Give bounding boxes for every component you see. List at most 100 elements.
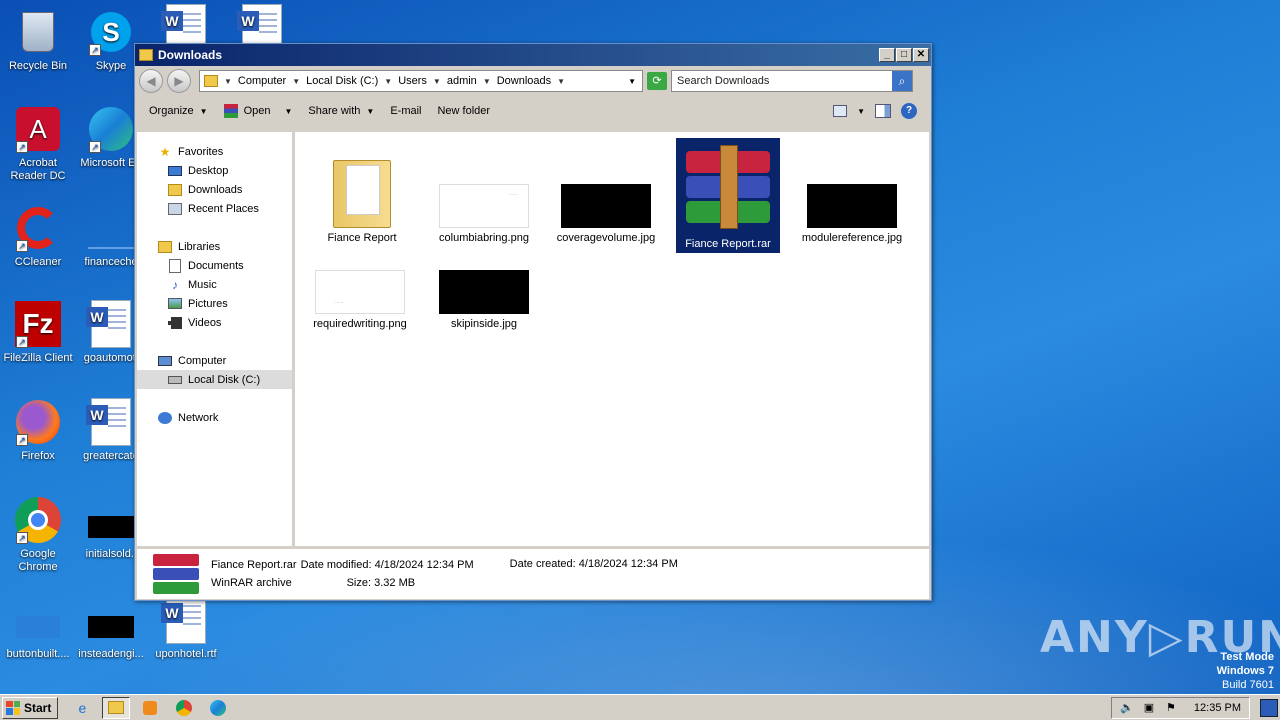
clock[interactable]: 12:35 PM <box>1194 702 1241 714</box>
maximize-button[interactable]: □ <box>896 48 912 62</box>
desktop-icon-label: Acrobat Reader DC <box>10 157 66 182</box>
forward-button[interactable]: ▶ <box>167 69 191 93</box>
new-folder-button[interactable]: New folder <box>437 105 490 117</box>
pictures-icon <box>167 297 183 311</box>
details-modified-label: Date modified: <box>300 559 372 571</box>
desktop-icon-uponhotel[interactable]: W uponhotel.rtf <box>148 596 224 661</box>
window-titlebar[interactable]: Downloads _ □ ✕ <box>135 44 931 66</box>
volume-icon[interactable]: 🔈 <box>1120 702 1134 714</box>
desktop-icon-insteadengi[interactable]: insteadengi... <box>73 596 149 661</box>
close-button[interactable]: ✕ <box>913 48 929 62</box>
desktop-icon-ccleaner[interactable]: ↗ CCleaner <box>0 204 76 269</box>
system-tray: 🔈 ▣ ⚑ 12:35 PM <box>1110 696 1250 719</box>
media-player-icon[interactable] <box>136 697 164 719</box>
internet-explorer-icon[interactable]: e <box>68 697 96 719</box>
nav-recent-places[interactable]: Recent Places <box>137 199 292 218</box>
desktop-icon-chrome[interactable]: ↗ Google Chrome <box>0 496 76 574</box>
image-file-icon <box>87 496 135 544</box>
nav-label: Music <box>188 278 217 291</box>
details-pane: Fiance Report.rar WinRAR archive Date mo… <box>137 549 929 599</box>
chevron-right-icon[interactable]: ▼ <box>224 77 232 86</box>
file-item[interactable]: coveragevolume.jpg <box>551 132 661 245</box>
desktop-icon-firefox[interactable]: ↗ Firefox <box>0 398 76 463</box>
nav-network[interactable]: Network <box>137 408 292 427</box>
nav-pictures[interactable]: Pictures <box>137 294 292 313</box>
file-item[interactable]: skipinside.jpg <box>429 218 539 331</box>
navigation-pane: ★ Favorites Desktop Downloads Recent Pla… <box>137 132 295 546</box>
chevron-down-icon[interactable]: ▼ <box>628 77 636 86</box>
preview-pane-icon[interactable] <box>875 104 891 118</box>
show-desktop-button[interactable] <box>1260 699 1278 717</box>
desktop-icon-label: FileZilla Client <box>3 352 73 364</box>
chevron-right-icon[interactable]: ▼ <box>384 77 392 86</box>
command-bar: Organize ▼ Open ▼ Share with ▼ E-mail Ne… <box>135 96 931 126</box>
edge-icon: ↗ <box>87 105 135 153</box>
search-placeholder: Search Downloads <box>677 75 770 87</box>
breadcrumb-users[interactable]: Users <box>398 75 427 87</box>
details-file-type: WinRAR archive <box>211 577 292 589</box>
nav-libraries[interactable]: Libraries <box>137 237 292 256</box>
file-item[interactable]: ······· requiredwriting.png <box>305 218 415 331</box>
email-button[interactable]: E-mail <box>390 105 421 117</box>
desktop-icon-recycle-bin[interactable]: Recycle Bin <box>0 8 76 73</box>
acrobat-icon: A ↗ <box>14 105 62 153</box>
shortcut-arrow-icon: ↗ <box>16 141 28 153</box>
edge-taskbar-icon[interactable] <box>204 697 232 719</box>
nav-downloads[interactable]: Downloads <box>137 180 292 199</box>
chrome-taskbar-icon[interactable] <box>170 697 198 719</box>
open-button[interactable]: Open ▼ <box>223 104 292 118</box>
nav-local-disk[interactable]: Local Disk (C:) <box>137 370 292 389</box>
start-label: Start <box>24 700 52 715</box>
breadcrumb-computer[interactable]: Computer <box>238 75 286 87</box>
desktop-icon-buttonbuilt[interactable]: buttonbuilt.... <box>0 596 76 661</box>
word-document-icon: W <box>161 596 210 644</box>
file-list: Fiance Report ······· columbiabring.png … <box>295 132 929 546</box>
nav-documents[interactable]: Documents <box>137 256 292 275</box>
back-button[interactable]: ◀ <box>139 69 163 93</box>
nav-music[interactable]: ♪ Music <box>137 275 292 294</box>
breadcrumb-downloads[interactable]: Downloads <box>497 75 551 87</box>
shortcut-arrow-icon: ↗ <box>16 240 28 252</box>
nav-desktop[interactable]: Desktop <box>137 161 292 180</box>
file-item[interactable]: modulereference.jpg <box>797 132 907 245</box>
share-with-button[interactable]: Share with ▼ <box>308 105 374 117</box>
chevron-right-icon[interactable]: ▼ <box>483 77 491 86</box>
search-input[interactable]: Search Downloads ⌕ <box>671 70 913 92</box>
desktop-icon-filezilla[interactable]: Fz ↗ FileZilla Client <box>0 300 76 365</box>
breadcrumb-local-disk[interactable]: Local Disk (C:) <box>306 75 378 87</box>
shortcut-arrow-icon: ↗ <box>16 532 28 544</box>
address-bar: ◀ ▶ ▼ Computer ▼ Local Disk (C:) ▼ Users… <box>135 66 931 96</box>
breadcrumb[interactable]: ▼ Computer ▼ Local Disk (C:) ▼ Users ▼ a… <box>199 70 643 92</box>
desktop-icon-label: uponhotel.rtf <box>155 648 217 660</box>
desktop-icon-label: CCleaner <box>14 256 62 268</box>
nav-videos[interactable]: Videos <box>137 313 292 332</box>
network-tray-icon[interactable]: ▣ <box>1142 702 1156 714</box>
chevron-right-icon[interactable]: ▼ <box>433 77 441 86</box>
minimize-button[interactable]: _ <box>879 48 895 62</box>
start-button[interactable]: Start <box>2 696 59 719</box>
breadcrumb-admin[interactable]: admin <box>447 75 477 87</box>
search-icon[interactable]: ⌕ <box>892 71 912 91</box>
explorer-taskbar-button[interactable] <box>102 696 131 719</box>
watermark-line: Test Mode <box>1220 651 1274 663</box>
organize-button[interactable]: Organize ▼ <box>149 105 208 117</box>
nav-label: Recent Places <box>188 202 259 215</box>
chevron-down-icon[interactable]: ▼ <box>284 107 292 116</box>
desktop-icon-label: insteadengi... <box>78 648 144 660</box>
nav-label: Local Disk (C:) <box>188 373 261 386</box>
refresh-button[interactable]: ⟳ <box>647 72 667 90</box>
action-center-flag-icon[interactable]: ⚑ <box>1164 702 1178 714</box>
music-icon: ♪ <box>172 277 178 292</box>
nav-favorites[interactable]: ★ Favorites <box>137 142 292 161</box>
computer-icon <box>157 354 173 368</box>
help-icon[interactable]: ? <box>901 103 917 119</box>
change-view-icon[interactable] <box>833 105 848 117</box>
nav-computer[interactable]: Computer <box>137 351 292 370</box>
chevron-right-icon[interactable]: ▼ <box>557 77 565 86</box>
chevron-right-icon[interactable]: ▼ <box>292 77 300 86</box>
file-item-selected[interactable]: Fiance Report.rar <box>673 132 783 253</box>
desktop-icon-acrobat[interactable]: A ↗ Acrobat Reader DC <box>0 105 76 183</box>
nav-label: Desktop <box>188 164 229 177</box>
chevron-down-icon[interactable]: ▼ <box>857 107 865 116</box>
file-icon <box>87 204 135 252</box>
